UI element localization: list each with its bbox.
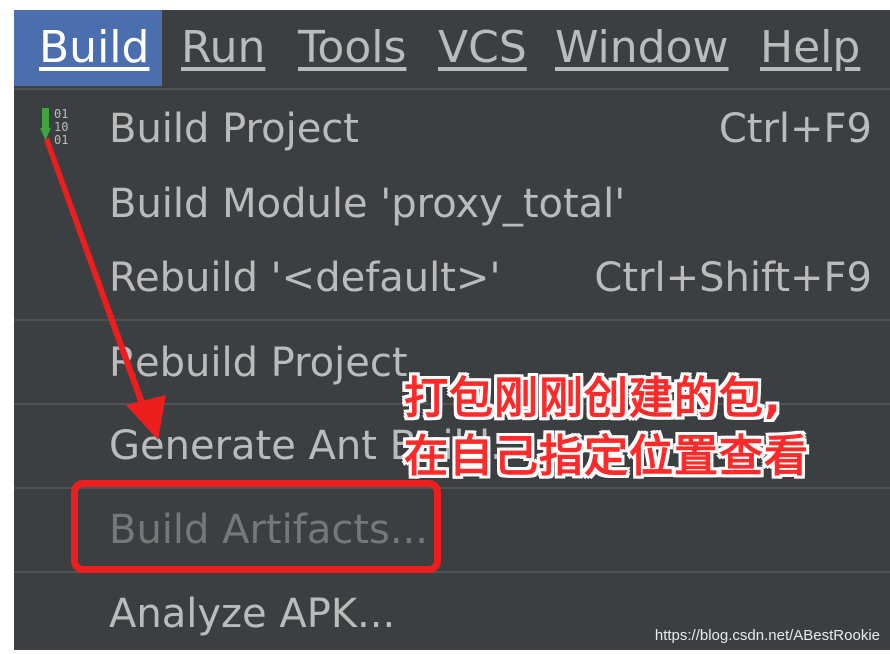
annotation-text-line-1: 打包刚刚创建的包, xyxy=(404,373,782,424)
annotation-text-line-2: 在自己指定位置查看 xyxy=(404,431,809,482)
screenshot-frame: Build Run Tools VCS Window Help 01 10 01… xyxy=(0,0,890,654)
watermark: https://blog.csdn.net/ABestRookie xyxy=(654,627,880,644)
annotation-arrow xyxy=(44,138,166,440)
